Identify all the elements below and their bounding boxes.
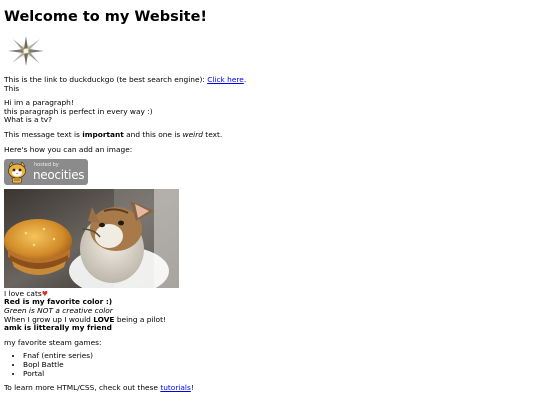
message-line: This message text is important and this …: [4, 129, 534, 140]
this-text: This: [4, 83, 20, 93]
learn-line: To learn more HTML/CSS, check out these …: [4, 383, 534, 393]
amk-text: amk is litterally my friend: [4, 323, 112, 333]
message-text-3: text.: [202, 129, 223, 139]
amk-line: amk is litterally my friend: [4, 323, 534, 333]
list-item: Fnaf (entire series): [23, 352, 534, 361]
tutorials-link[interactable]: tutorials: [160, 383, 191, 392]
paragraph-line-3: What is a tv?: [4, 115, 53, 125]
link-line: This is the link to duckduckgo (te best …: [4, 75, 534, 85]
learn-suffix: !: [190, 383, 194, 393]
neocities-label: neocities: [33, 168, 85, 183]
message-text-2: and this one is: [123, 129, 183, 139]
link-line-suffix: .: [243, 75, 247, 84]
list-item: Portal: [23, 369, 534, 379]
neocities-badge[interactable]: hosted by neocities: [4, 159, 88, 186]
paragraph: Hi im a paragraph! this paragraph is per…: [4, 98, 534, 125]
weird-text: weird: [182, 129, 203, 139]
games-intro: my favorite steam games:: [4, 337, 102, 347]
link-line-text: This is the link to duckduckgo (te best …: [4, 75, 208, 84]
cat-eating-burger-photo: [4, 188, 179, 288]
neocities-cat-icon: [8, 161, 26, 184]
image-intro: Here's how you can add an image:: [4, 144, 133, 154]
sparkle-icon: [4, 34, 48, 68]
list-item: Bopl Battle: [23, 360, 534, 370]
learn-text: To learn more HTML/CSS, check out these: [4, 383, 161, 393]
games-list: Fnaf (entire series) Bopl Battle Portal: [4, 352, 534, 378]
message-text-1: This message text is: [4, 129, 83, 139]
duckduckgo-link[interactable]: Click here: [207, 75, 244, 84]
page-title: Welcome to my Website!: [4, 9, 208, 25]
pilot-text-2: being a pilot!: [114, 314, 166, 324]
page-content: Welcome to my Website! This is the link …: [4, 8, 534, 393]
important-text: important: [82, 129, 124, 139]
